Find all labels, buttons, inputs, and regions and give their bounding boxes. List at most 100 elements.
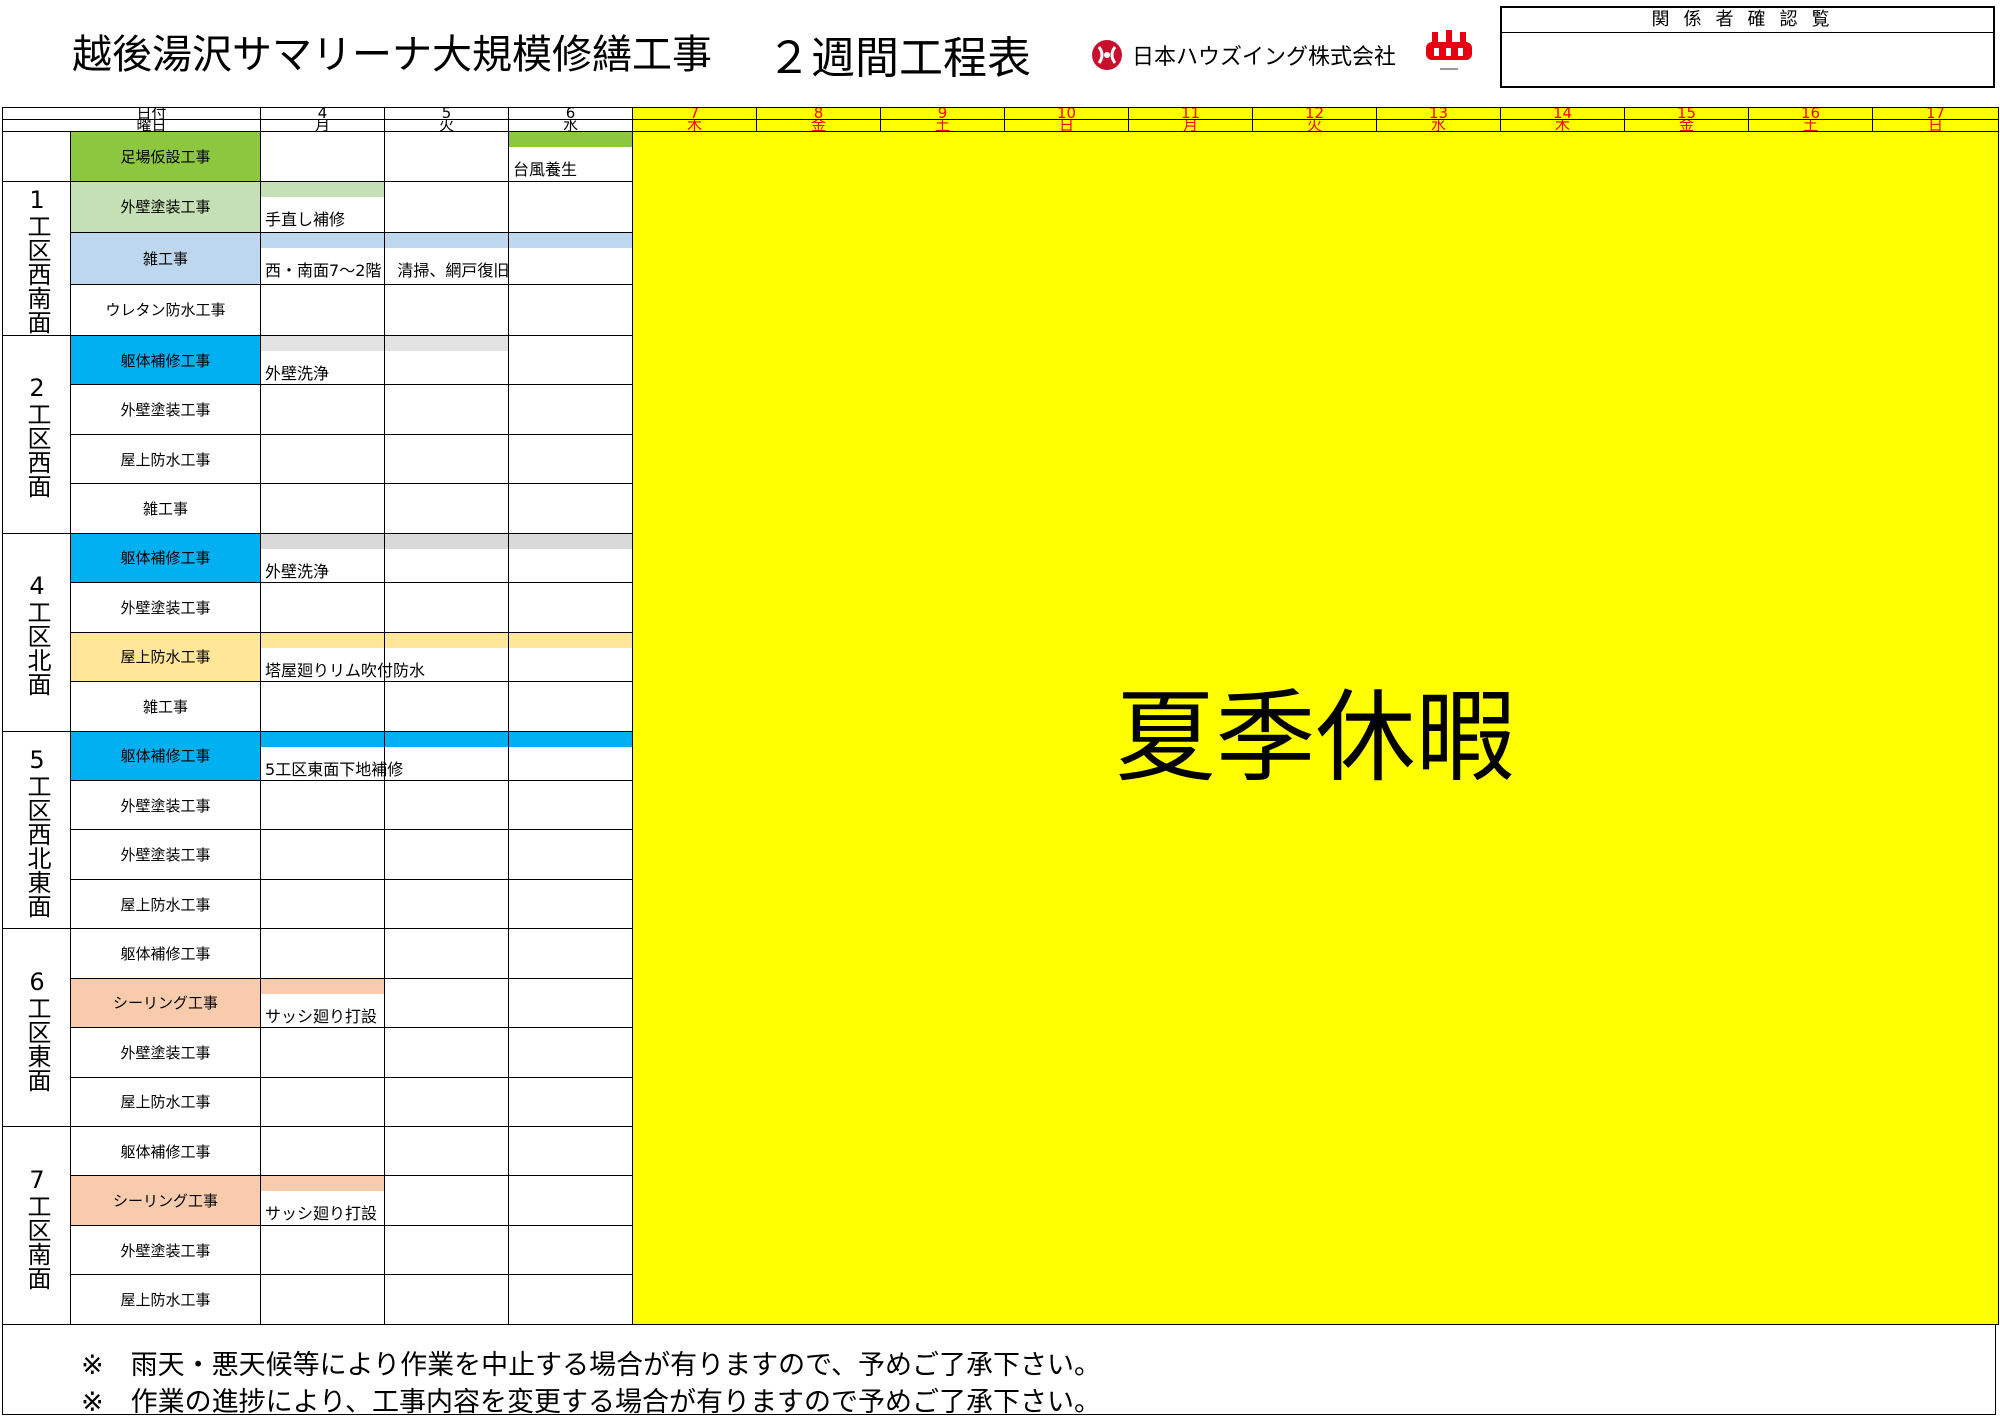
zone-label: 5工区西北東面 [2,730,71,930]
schedule-bar [261,181,385,197]
document-title: 越後湯沢サマリーナ大規模修繕工事 [72,32,712,78]
work-type-cell: 外壁塗装工事 [69,1224,262,1276]
day-cell [260,1274,386,1325]
date-cell: 12 [1252,106,1378,121]
company-name: 日本ハウズイング株式会社 [1132,45,1397,70]
work-type-cell: 外壁塗装工事 [69,180,262,234]
day-cell [260,582,386,633]
day-cell [384,1175,510,1226]
summer-holiday-block: 夏季休暇 [632,131,2000,1325]
weekday-label: 曜日 [1,119,262,133]
date-cell: 11 [1128,106,1254,121]
day-cell [384,829,510,880]
schedule-bar [261,336,385,352]
date-cell: 13 [1376,106,1502,121]
zone-label: 1工区西南面 [2,180,71,337]
notes-area: ※ 雨天・悪天候等により作業を中止する場合が有りますので、予めご了承下さい。 ※… [2,1325,1996,1418]
work-type-cell: 躯体補修工事 [69,928,262,979]
day-cell [384,131,510,182]
task-label: 外壁洗浄 [265,561,330,581]
note-text: ※ 雨天・悪天候等により作業を中止する場合が有りますので、予めご了承下さい。 [81,1350,1102,1381]
task-label: サッシ廻り打設 [265,1006,378,1026]
weekday-cell: 金 [756,119,882,133]
task-label: 塔屋廻りリム吹付防水 [265,660,426,680]
weekday-cell: 金 [1624,119,1750,133]
weekday-cell: 木 [1500,119,1626,133]
day-cell [508,232,634,285]
day-cell [508,532,634,584]
day-cell [260,283,386,337]
day-cell [384,928,510,979]
schedule-bar [385,732,508,747]
day-cell [384,1027,510,1078]
task-label: 台風養生 [513,160,578,180]
day-cell [384,779,510,831]
work-type-cell: 外壁塗装工事 [69,1027,262,1078]
schedule-bar [509,132,633,148]
weekday-cell: 水 [508,119,634,133]
weekday-cell: 火 [1252,119,1378,133]
document-subtitle: ２週間工程表 [767,33,1031,84]
company-logo: 日本ハウズイング株式会社 [1090,38,1396,72]
schedule-table: 日付 4 5 6 7 8 9 10 11 12 13 14 15 16 17 曜日月火水木金土日月火水木金土日… [1,106,2000,1325]
work-type-cell: 外壁塗装工事 [69,384,262,435]
day-cell [384,1274,510,1325]
schedule-bar [509,633,632,648]
day-cell [508,1027,634,1078]
schedule-bar [261,1176,385,1192]
day-cell [384,384,510,435]
work-type-cell: 屋上防水工事 [69,631,262,683]
day-cell [384,1076,510,1128]
task-label: 手直し補修 [265,209,346,229]
day-cell: サッシ廻り打設 [260,977,386,1029]
schedule-bar [385,336,508,352]
work-type-cell: 雑工事 [69,232,262,285]
day-cell [508,878,634,930]
schedule-row: 足場仮設工事台風養生 夏季休暇 [2,131,2000,1325]
day-cell [508,1274,634,1325]
work-type-cell: 外壁塗装工事 [69,582,262,633]
day-cell [508,977,634,1029]
day-cell [260,1224,386,1276]
date-cell: 9 [880,106,1006,121]
weekday-cell: 土 [880,119,1006,133]
work-type-cell: ウレタン防水工事 [69,283,262,337]
day-cell [508,180,634,234]
day-cell: 西・南面7〜2階 清掃、網戸復旧 [260,232,509,285]
day-cell: 塔屋廻りリム吹付防水 [260,631,425,683]
day-cell [384,335,510,386]
weekday-cell: 木 [632,119,758,133]
day-cell [508,928,634,979]
day-cell [508,433,634,485]
day-cell [384,433,510,485]
date-cell: 15 [1624,106,1750,121]
zone-label: 7工区南面 [2,1126,71,1325]
work-type-cell: 屋上防水工事 [69,1076,262,1128]
work-type-cell: 足場仮設工事 [69,131,262,182]
schedule-bar [385,233,508,249]
day-cell [260,1076,386,1128]
date-cell: 8 [756,106,882,121]
company-mark-icon [1090,38,1124,72]
date-cell: 4 [260,106,386,121]
day-cell [384,180,510,234]
day-cell [384,582,510,633]
schedule-bar [261,632,385,648]
schedule-bar [261,533,385,549]
day-cell: 台風養生 [508,131,634,182]
day-cell [260,483,386,534]
work-type-cell: 躯体補修工事 [69,335,262,386]
day-cell: 手直し補修 [260,180,386,234]
work-type-cell: 躯体補修工事 [69,730,262,781]
day-cell: 外壁洗浄 [260,335,386,386]
work-type-cell: 外壁塗装工事 [69,829,262,880]
day-cell [260,829,386,880]
day-cell [384,1126,510,1177]
date-cell: 10 [1004,106,1130,121]
date-cell: 16 [1748,106,1874,121]
confirmation-label: 関係者確認覧 [1502,8,1993,33]
date-cell: 6 [508,106,634,121]
weekday-cell: 水 [1376,119,1502,133]
day-cell [260,131,386,182]
work-type-cell: シーリング工事 [69,977,262,1029]
